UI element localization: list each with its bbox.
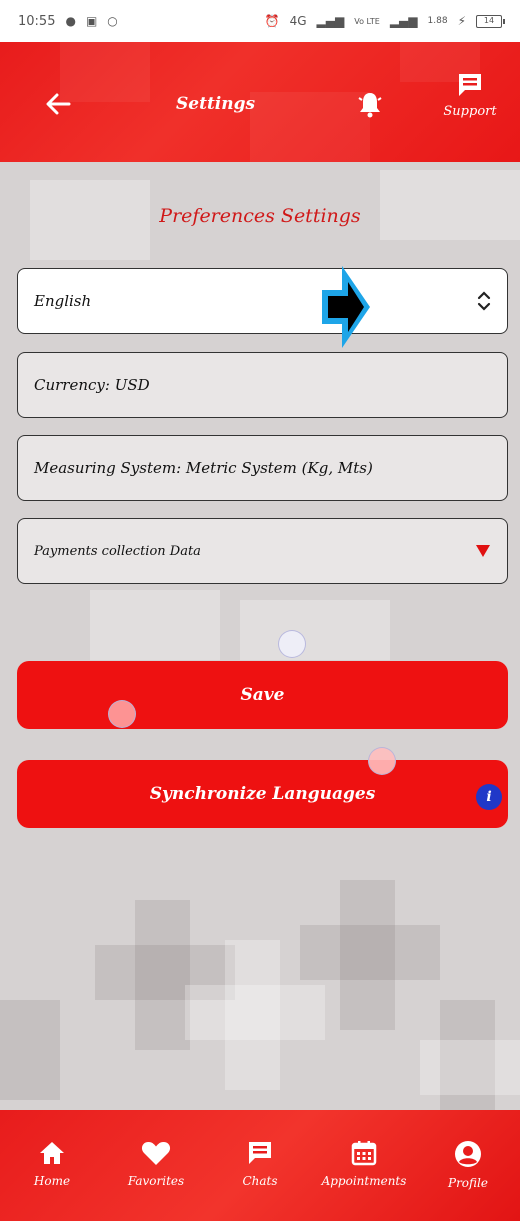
heart-icon bbox=[141, 1142, 171, 1165]
nav-appointments[interactable]: Appointments bbox=[316, 1140, 412, 1188]
nav-favorites[interactable]: Favorites bbox=[108, 1140, 204, 1188]
profile-icon bbox=[455, 1141, 481, 1167]
info-icon[interactable]: i bbox=[476, 784, 502, 810]
signal-icon: ▂▄▆ bbox=[389, 14, 418, 28]
payments-collection-dropdown[interactable]: Payments collection Data bbox=[17, 518, 508, 584]
support-button[interactable]: Support bbox=[436, 72, 504, 142]
battery-icon: 14 bbox=[476, 14, 505, 28]
language-value: English bbox=[34, 292, 92, 310]
back-arrow-icon bbox=[46, 93, 71, 115]
chat-icon bbox=[249, 1142, 271, 1164]
home-icon bbox=[40, 1142, 64, 1164]
save-label: Save bbox=[240, 685, 285, 705]
notifications-button[interactable] bbox=[352, 84, 388, 124]
alarm-icon: ⏰ bbox=[264, 14, 280, 28]
currency-value: Currency: USD bbox=[34, 376, 150, 394]
calendar-icon bbox=[351, 1141, 377, 1166]
data-speed: 1.88 bbox=[427, 16, 448, 26]
nav-appointments-label: Appointments bbox=[321, 1174, 407, 1188]
payments-collection-value: Payments collection Data bbox=[34, 543, 201, 559]
touch-indicator bbox=[108, 700, 136, 728]
status-bar: 10:55 ● ▣ ○ ⏰ 4G ▂▄▆ Vo LTE ▂▄▆ 1.88 ⚡ 1… bbox=[0, 0, 520, 42]
nav-profile-label: Profile bbox=[448, 1176, 488, 1190]
status-time: 10:55 bbox=[18, 13, 56, 29]
battery-level: 14 bbox=[483, 15, 495, 25]
measuring-system-field[interactable]: Measuring System: Metric System (Kg, Mts… bbox=[17, 435, 508, 501]
volte-label: Vo LTE bbox=[354, 16, 380, 26]
screenshot-notification-icon: ▣ bbox=[85, 14, 98, 28]
back-button[interactable] bbox=[38, 84, 78, 124]
nav-profile[interactable]: Profile bbox=[420, 1140, 516, 1190]
synchronize-languages-label: Synchronize Languages bbox=[149, 784, 376, 804]
measuring-system-value: Measuring System: Metric System (Kg, Mts… bbox=[34, 459, 373, 477]
section-title: Preferences Settings bbox=[159, 205, 361, 227]
support-chat-icon bbox=[459, 74, 481, 96]
dropdown-triangle-icon bbox=[476, 545, 490, 557]
message-notification-icon: ● bbox=[65, 14, 76, 28]
nav-chats-label: Chats bbox=[242, 1174, 278, 1188]
bell-icon bbox=[358, 93, 382, 118]
bottom-navigation: Home Favorites Chats Appointments Profil… bbox=[0, 1110, 520, 1221]
network-type: 4G bbox=[289, 14, 307, 28]
page-title: Settings bbox=[176, 94, 256, 114]
language-select[interactable]: English bbox=[17, 268, 508, 334]
save-button[interactable]: Save bbox=[17, 661, 508, 729]
select-updown-icon bbox=[477, 291, 491, 311]
signal-icon: ▂▄▆ bbox=[316, 14, 345, 28]
app-notification-icon: ○ bbox=[107, 14, 118, 28]
support-label: Support bbox=[443, 104, 497, 119]
touch-indicator bbox=[368, 747, 396, 775]
nav-home-label: Home bbox=[33, 1174, 71, 1188]
nav-favorites-label: Favorites bbox=[127, 1174, 185, 1188]
currency-field[interactable]: Currency: USD bbox=[17, 352, 508, 418]
touch-indicator bbox=[278, 630, 306, 658]
synchronize-languages-button[interactable]: Synchronize Languages i bbox=[17, 760, 508, 828]
app-header: Settings Support bbox=[0, 42, 520, 162]
pointer-arrow-icon bbox=[322, 266, 370, 348]
nav-home[interactable]: Home bbox=[4, 1140, 100, 1188]
charging-icon: ⚡ bbox=[457, 14, 466, 28]
nav-chats[interactable]: Chats bbox=[212, 1140, 308, 1188]
